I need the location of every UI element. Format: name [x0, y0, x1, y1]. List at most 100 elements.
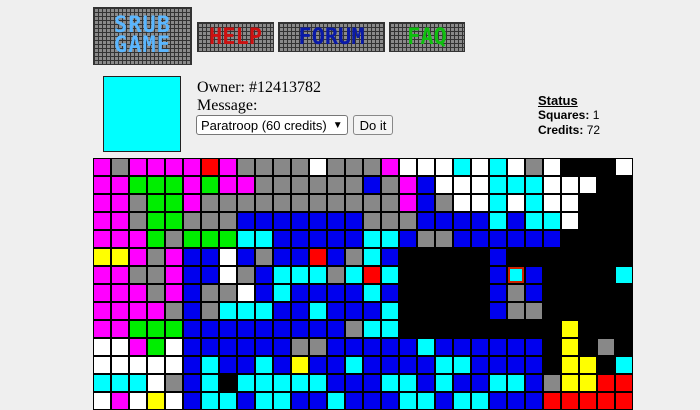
board-cell[interactable]: [219, 302, 237, 320]
board-cell[interactable]: [489, 158, 507, 176]
board-cell[interactable]: [93, 158, 111, 176]
board-cell[interactable]: [597, 266, 615, 284]
board-cell[interactable]: [183, 230, 201, 248]
board-cell[interactable]: [219, 374, 237, 392]
board-cell[interactable]: [615, 320, 633, 338]
board-cell[interactable]: [219, 320, 237, 338]
board-cell[interactable]: [345, 356, 363, 374]
board-cell[interactable]: [561, 266, 579, 284]
board-cell[interactable]: [183, 284, 201, 302]
board-cell[interactable]: [597, 302, 615, 320]
board-cell[interactable]: [399, 284, 417, 302]
board-cell[interactable]: [273, 212, 291, 230]
board-cell[interactable]: [273, 230, 291, 248]
board-cell[interactable]: [237, 374, 255, 392]
board-cell[interactable]: [111, 302, 129, 320]
board-cell[interactable]: [543, 194, 561, 212]
board-cell[interactable]: [561, 392, 579, 410]
board-cell[interactable]: [111, 320, 129, 338]
board-cell[interactable]: [543, 158, 561, 176]
board-cell[interactable]: [183, 338, 201, 356]
board-cell[interactable]: [615, 338, 633, 356]
board-cell[interactable]: [183, 176, 201, 194]
board-cell[interactable]: [255, 194, 273, 212]
board-cell[interactable]: [399, 248, 417, 266]
board-cell[interactable]: [435, 374, 453, 392]
board-cell[interactable]: [327, 356, 345, 374]
board-cell[interactable]: [255, 266, 273, 284]
board-cell[interactable]: [381, 230, 399, 248]
board-cell[interactable]: [201, 266, 219, 284]
board-cell[interactable]: [507, 248, 525, 266]
board-cell[interactable]: [507, 158, 525, 176]
board-cell[interactable]: [201, 176, 219, 194]
board-cell[interactable]: [255, 158, 273, 176]
board-cell[interactable]: [453, 320, 471, 338]
forum-button[interactable]: FORUM: [278, 22, 385, 52]
board-cell[interactable]: [579, 374, 597, 392]
board-cell[interactable]: [147, 356, 165, 374]
board-cell[interactable]: [471, 248, 489, 266]
board-cell[interactable]: [291, 356, 309, 374]
board-cell[interactable]: [543, 320, 561, 338]
board-cell[interactable]: [561, 374, 579, 392]
board-cell[interactable]: [507, 212, 525, 230]
board-cell[interactable]: [129, 158, 147, 176]
board-cell[interactable]: [327, 338, 345, 356]
board-cell[interactable]: [597, 392, 615, 410]
board-cell[interactable]: [255, 392, 273, 410]
board-cell[interactable]: [129, 248, 147, 266]
board-cell[interactable]: [489, 338, 507, 356]
board-cell[interactable]: [417, 320, 435, 338]
board-cell[interactable]: [525, 230, 543, 248]
board-cell[interactable]: [201, 194, 219, 212]
board-cell[interactable]: [237, 212, 255, 230]
board-cell[interactable]: [561, 356, 579, 374]
board-cell[interactable]: [507, 302, 525, 320]
board-cell[interactable]: [291, 302, 309, 320]
board-cell[interactable]: [453, 356, 471, 374]
board-cell[interactable]: [201, 284, 219, 302]
board-cell[interactable]: [273, 158, 291, 176]
board-cell[interactable]: [309, 248, 327, 266]
board-cell[interactable]: [345, 374, 363, 392]
board-cell[interactable]: [543, 338, 561, 356]
board-cell[interactable]: [93, 194, 111, 212]
board-cell[interactable]: [309, 302, 327, 320]
board-cell[interactable]: [453, 194, 471, 212]
board-cell[interactable]: [489, 392, 507, 410]
board-cell[interactable]: [309, 194, 327, 212]
board-cell[interactable]: [543, 374, 561, 392]
board-cell[interactable]: [381, 212, 399, 230]
board-cell[interactable]: [543, 266, 561, 284]
board-cell[interactable]: [219, 356, 237, 374]
board-cell[interactable]: [363, 392, 381, 410]
board-cell[interactable]: [399, 320, 417, 338]
board-cell[interactable]: [255, 320, 273, 338]
board-cell[interactable]: [291, 248, 309, 266]
board-cell[interactable]: [183, 248, 201, 266]
board-cell[interactable]: [129, 374, 147, 392]
board-cell[interactable]: [363, 320, 381, 338]
board-cell[interactable]: [597, 320, 615, 338]
board-cell[interactable]: [111, 194, 129, 212]
board-cell[interactable]: [399, 266, 417, 284]
board-cell[interactable]: [111, 230, 129, 248]
board-cell[interactable]: [525, 392, 543, 410]
board-cell[interactable]: [363, 212, 381, 230]
board-cell[interactable]: [597, 248, 615, 266]
board-cell[interactable]: [543, 284, 561, 302]
board-cell[interactable]: [237, 176, 255, 194]
board-cell[interactable]: [309, 158, 327, 176]
board-cell[interactable]: [201, 374, 219, 392]
board-cell[interactable]: [417, 248, 435, 266]
board-cell[interactable]: [345, 392, 363, 410]
board-cell[interactable]: [309, 356, 327, 374]
board-cell[interactable]: [471, 158, 489, 176]
board-cell[interactable]: [273, 392, 291, 410]
board-cell[interactable]: [615, 284, 633, 302]
board-cell[interactable]: [345, 248, 363, 266]
board-cell[interactable]: [507, 176, 525, 194]
board-cell[interactable]: [147, 248, 165, 266]
board-cell[interactable]: [111, 158, 129, 176]
